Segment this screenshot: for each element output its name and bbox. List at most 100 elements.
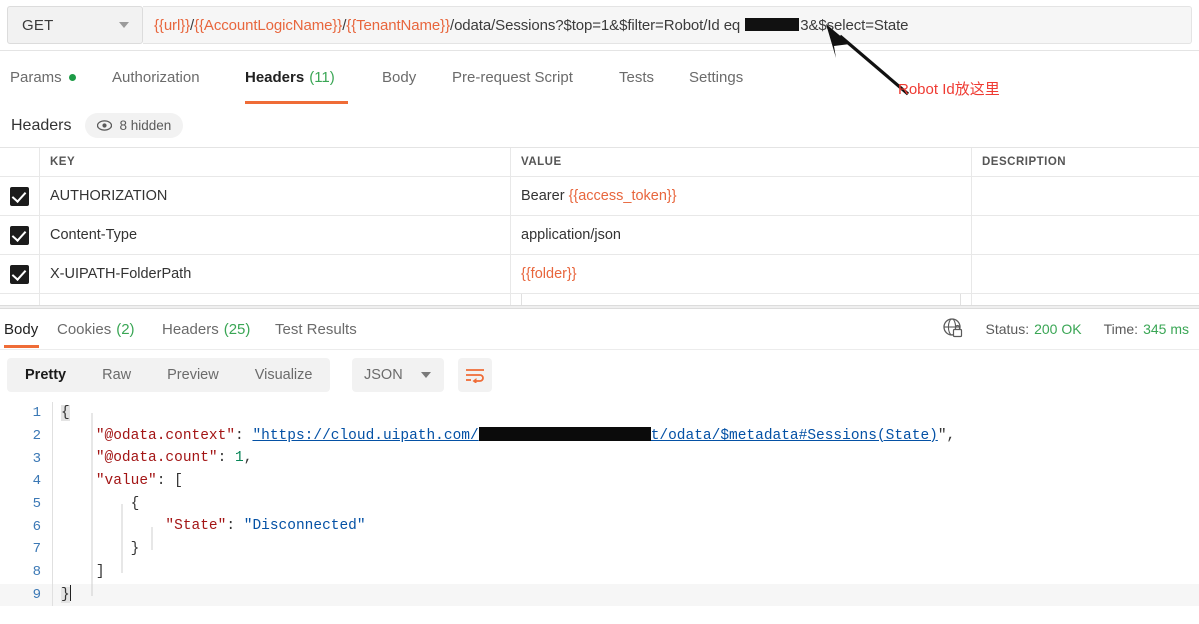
view-mode-segmented-control: Pretty Raw Preview Visualize [7, 358, 331, 392]
header-value-text: {{folder}} [521, 266, 577, 282]
tab-headers[interactable]: Headers (11) [245, 51, 335, 104]
row-enable-cell [0, 177, 40, 215]
headers-subheader: Headers 8 hidden [0, 104, 1199, 147]
code-line: 4 "value": [ [0, 470, 1199, 493]
response-tab-label: Test Results [275, 320, 357, 338]
header-description-cell[interactable] [972, 216, 1199, 254]
http-method-dropdown[interactable]: GET [7, 6, 143, 44]
tab-tests[interactable]: Tests [619, 51, 654, 104]
response-tab-headers[interactable]: Headers (25) [162, 310, 250, 348]
view-mode-visualize[interactable]: Visualize [237, 367, 331, 383]
response-tab-cookies[interactable]: Cookies (2) [57, 310, 135, 348]
response-meta: Status: 200 OK Time: 345 ms [942, 310, 1189, 348]
line-number: 4 [32, 473, 41, 490]
tab-authorization[interactable]: Authorization [112, 51, 200, 104]
response-tab-test-results[interactable]: Test Results [275, 310, 357, 348]
json-key: "State" [165, 518, 227, 535]
tab-pre-request-script[interactable]: Pre-request Script [452, 51, 573, 104]
active-response-tab-underline [4, 345, 39, 348]
headers-table: KEY VALUE DESCRIPTION AUTHORIZATION Bearer {… [0, 147, 1199, 308]
json-colon: : [217, 450, 236, 467]
response-body-viewer[interactable]: 1 { 2 "@odata.context": "https://cloud.u… [0, 402, 1199, 624]
redacted-block [478, 426, 651, 441]
header-description-cell[interactable] [972, 255, 1199, 293]
header-key-cell[interactable]: Content-Type [40, 216, 511, 254]
pane-resize-handle[interactable] [0, 305, 1199, 309]
json-brace: { [130, 495, 140, 512]
header-value-cell[interactable]: Bearer {{access_token}} [511, 177, 972, 215]
header-value-plain: application/json [521, 227, 621, 243]
tab-settings[interactable]: Settings [689, 51, 743, 104]
http-method-label: GET [22, 16, 54, 34]
header-key-text: Content-Type [50, 227, 138, 243]
view-mode-raw[interactable]: Raw [84, 367, 149, 383]
header-description-cell[interactable] [972, 177, 1199, 215]
json-string: "Disconnected" [243, 518, 366, 535]
json-punct: , [243, 450, 253, 467]
line-content: "State": "Disconnected" [52, 515, 1199, 539]
column-header-label: DESCRIPTION [982, 156, 1067, 168]
code-line: 5 { [0, 492, 1199, 516]
json-url-start[interactable]: "https://cloud.uipath.com/ [252, 428, 478, 444]
row-checkbox[interactable] [10, 264, 29, 284]
tab-body[interactable]: Body [382, 51, 416, 104]
code-line: 9 } [0, 583, 1199, 607]
line-number: 2 [32, 428, 41, 445]
chevron-down-icon [119, 22, 129, 28]
hidden-headers-label: 8 hidden [119, 118, 172, 133]
line-content: ] [52, 560, 1199, 584]
json-key: "@odata.context" [95, 427, 236, 444]
view-mode-pretty[interactable]: Pretty [7, 367, 84, 383]
tab-label: Params [10, 69, 62, 86]
hidden-headers-toggle[interactable]: 8 hidden [85, 113, 184, 138]
header-key-cell[interactable]: X-UIPATH-FolderPath [40, 255, 511, 293]
table-row: X-UIPATH-FolderPath {{folder}} [0, 255, 1199, 294]
response-tab-body[interactable]: Body [4, 310, 38, 348]
header-key-text: AUTHORIZATION [50, 188, 168, 204]
time-label: Time: [1103, 321, 1139, 337]
url-text: {{url}}/{{AccountLogicName}}/{{TenantNam… [154, 16, 909, 34]
language-label: JSON [364, 367, 403, 383]
tab-label: Tests [619, 69, 655, 86]
tab-params[interactable]: Params [10, 51, 76, 104]
headers-title: Headers [11, 116, 72, 134]
line-content: "value": [ [52, 470, 1199, 493]
url-variable: {{AccountLogicName}} [194, 16, 343, 34]
header-value-cell[interactable]: application/json [511, 216, 972, 254]
json-brace: { [61, 405, 70, 421]
header-value-text: application/json [521, 227, 621, 243]
line-content: } [52, 583, 1199, 607]
row-enable-cell [0, 216, 40, 254]
eye-icon [97, 120, 113, 131]
response-format-bar: Pretty Raw Preview Visualize JSON [0, 349, 1199, 403]
row-checkbox[interactable] [10, 225, 29, 245]
header-value-text: Bearer {{access_token}} [521, 188, 677, 204]
json-number: 1 [235, 450, 244, 467]
header-value-cell[interactable]: {{folder}} [511, 255, 972, 293]
json-brace: } [61, 586, 70, 603]
column-header-description: DESCRIPTION [972, 148, 1199, 176]
table-row: AUTHORIZATION Bearer {{access_token}} [0, 177, 1199, 216]
globe-lock-icon [942, 317, 964, 342]
view-mode-preview[interactable]: Preview [149, 367, 237, 383]
url-input[interactable]: {{url}}/{{AccountLogicName}}/{{TenantNam… [143, 6, 1192, 44]
line-number: 9 [32, 586, 41, 603]
url-segment: 3&$select=State [800, 16, 909, 34]
tab-label: Authorization [112, 69, 200, 86]
code-line: 6 "State": "Disconnected" [0, 515, 1199, 539]
status-label: Status: [985, 321, 1030, 337]
json-colon: : [226, 518, 244, 535]
status-badge: Status: 200 OK [986, 321, 1082, 337]
wrap-lines-button[interactable] [458, 358, 492, 392]
time-value: 345 ms [1143, 321, 1189, 337]
row-checkbox[interactable] [10, 186, 29, 206]
line-content: { [52, 402, 1199, 425]
row-enable-cell [0, 255, 40, 293]
line-content: "@odata.count": 1, [52, 447, 1199, 471]
line-number: 5 [32, 496, 41, 513]
redacted-robot-id [745, 18, 800, 32]
header-key-cell[interactable]: AUTHORIZATION [40, 177, 511, 215]
chevron-down-icon [421, 372, 431, 378]
json-url-end[interactable]: t/odata/$metadata#Sessions(State) [651, 428, 938, 444]
language-dropdown[interactable]: JSON [352, 358, 444, 392]
